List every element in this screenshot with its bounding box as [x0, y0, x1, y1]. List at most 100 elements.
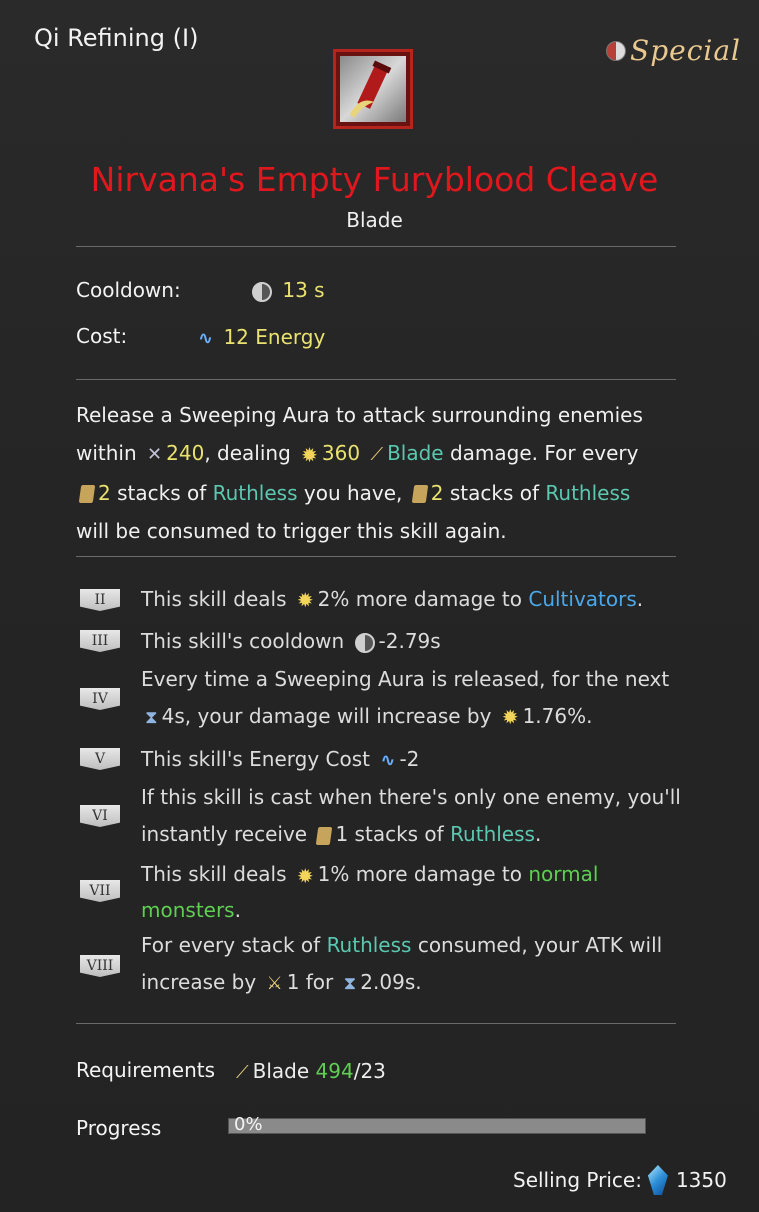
- ruthless-keyword: Ruthless: [450, 822, 535, 846]
- progress-label: Progress: [76, 1116, 162, 1140]
- tier-text: 1% more damage to: [317, 862, 522, 886]
- tier-tag-vi: VI: [80, 805, 120, 827]
- realm-title: Qi Refining (I): [34, 24, 199, 52]
- item-name: Nirvana's Empty Furyblood Cleave: [90, 160, 659, 199]
- requirement-required: /23: [353, 1059, 386, 1083]
- item-type: Blade: [346, 208, 403, 232]
- cost-label: Cost:: [76, 324, 128, 348]
- tier-text: increase by: [141, 970, 257, 994]
- tier-text: If this skill is cast when there's only …: [141, 785, 681, 809]
- tier-tag-ii: II: [80, 589, 120, 611]
- stack-count: 2: [430, 480, 444, 505]
- tier-text: 2.09s.: [360, 970, 422, 994]
- blade-icon: ⟋: [236, 1062, 249, 1083]
- damage-icon: ✹: [296, 863, 314, 888]
- special-badge-icon: [606, 40, 627, 61]
- skill-description: Release a Sweeping Aura to attack surrou…: [76, 396, 696, 550]
- progress-value: 0%: [234, 1114, 263, 1135]
- description-line-1: Release a Sweeping Aura to attack surrou…: [76, 403, 643, 427]
- scroll-blade-icon: [333, 49, 413, 129]
- stack-icon: [78, 485, 96, 503]
- tier-line: For every stack of Ruthless consumed, yo…: [141, 927, 662, 964]
- requirements-label: Requirements: [76, 1058, 216, 1082]
- damage-value: 360: [321, 441, 361, 465]
- stack-icon: [316, 826, 333, 845]
- stack-count: 2: [98, 480, 111, 505]
- tier-value: 1.76%.: [522, 704, 593, 728]
- selling-price: Selling Price: 1350: [513, 1165, 727, 1195]
- tier-ii-text: This skill deals ✹ 2% more damage to Cult…: [141, 581, 643, 619]
- desc-text: stacks of: [117, 480, 207, 505]
- tier-text: instantly receive: [141, 822, 308, 846]
- tier-v-text: This skill's Energy Cost ∿ -2: [141, 741, 419, 779]
- tier-vii-text: This skill deals ✹ 1% more damage to norm…: [141, 857, 598, 927]
- requirements-value: ⟋ Blade 494/23: [232, 1059, 386, 1083]
- tier-text: This skill deals: [141, 587, 287, 611]
- cooldown-value-row: 13 s: [248, 278, 325, 302]
- cultivators-keyword: Cultivators: [528, 587, 637, 611]
- divider: [76, 556, 676, 557]
- tier-tag-v: V: [80, 748, 120, 770]
- ruthless-keyword: Ruthless: [326, 933, 412, 957]
- divider: [76, 379, 676, 380]
- requirement-skill: Blade: [252, 1059, 310, 1083]
- tier-text: .: [234, 897, 241, 922]
- cost-value-row: ∿ 12 Energy: [194, 325, 325, 349]
- tier-iv-text: Every time a Sweeping Aura is released, …: [141, 661, 669, 736]
- desc-text: within: [76, 441, 137, 465]
- divider: [76, 246, 676, 247]
- normal-monsters-keyword: normal: [528, 862, 599, 886]
- tier-text: For every stack of: [141, 933, 321, 957]
- tier-tag-vii: VII: [80, 880, 120, 902]
- tier-iii-text: This skill's cooldown -2.79s: [141, 623, 441, 660]
- tier-line: ⧗ 4s, your damage will increase by ✹ 1.76%…: [141, 698, 669, 736]
- special-badge-label: Special: [630, 34, 741, 67]
- tier-tag-iii: III: [80, 630, 120, 652]
- energy-icon: ∿: [198, 328, 214, 349]
- tier-text: This skill deals: [141, 862, 287, 886]
- description-line-4: will be consumed to trigger this skill a…: [76, 518, 507, 543]
- cooldown-icon: [354, 632, 375, 653]
- tier-text: 2% more damage to: [317, 587, 522, 611]
- tier-viii-text: For every stack of Ruthless consumed, yo…: [141, 927, 662, 1002]
- tier-text: 1 for: [286, 970, 334, 994]
- description-line-3: 2 stacks of Ruthless you have, 2 stacks …: [76, 474, 696, 512]
- tier-text: Every time a Sweeping Aura is released, …: [141, 667, 670, 691]
- tier-text: This skill's cooldown: [141, 629, 345, 653]
- special-badge: Special: [606, 34, 741, 67]
- tier-value: -2.79s: [378, 629, 441, 653]
- spirit-stone-icon: [647, 1165, 668, 1195]
- normal-monsters-keyword: monsters: [141, 897, 235, 922]
- tier-line: instantly receive 1 stacks of Ruthless.: [141, 816, 681, 853]
- selling-price-value: 1350: [675, 1168, 727, 1192]
- tier-text: This skill's Energy Cost: [141, 747, 371, 771]
- range-value: 240: [166, 441, 205, 465]
- tier-text: consumed, your ATK will: [417, 933, 663, 957]
- damage-icon: ✹: [501, 705, 519, 729]
- tier-vi-text: If this skill is cast when there's only …: [141, 779, 681, 853]
- ruthless-keyword: Ruthless: [212, 480, 298, 505]
- ruthless-keyword: Ruthless: [545, 480, 631, 505]
- tier-text: .: [534, 822, 542, 846]
- element-value: Blade: [387, 441, 444, 465]
- desc-text: stacks of: [449, 480, 540, 505]
- tier-value: -2: [399, 747, 420, 771]
- cooldown-value: 13 s: [282, 278, 325, 302]
- desc-text: , dealing: [204, 441, 291, 465]
- tier-text: 1 stacks of: [335, 822, 444, 846]
- tier-tag-viii: VIII: [80, 955, 120, 977]
- tier-text: .: [636, 587, 644, 611]
- atk-icon: ⚔: [266, 973, 283, 994]
- tier-line: This skill deals ✹ 1% more damage to norm…: [141, 857, 598, 893]
- tier-line: increase by ⚔ 1 for ⧗ 2.09s.: [141, 964, 662, 1002]
- cooldown-label: Cooldown:: [76, 278, 181, 302]
- desc-text: damage. For every: [449, 441, 639, 465]
- cost-value: 12 Energy: [223, 325, 326, 349]
- tier-text: 4s, your damage will increase by: [161, 704, 492, 728]
- selling-price-label: Selling Price:: [513, 1168, 642, 1192]
- divider: [76, 1023, 676, 1024]
- cooldown-icon: [252, 281, 272, 302]
- requirement-current: 494: [315, 1059, 354, 1083]
- damage-icon: ✹: [301, 442, 318, 467]
- item-tooltip-panel: Qi Refining (I) Special Nirvana's Empty …: [0, 0, 759, 1212]
